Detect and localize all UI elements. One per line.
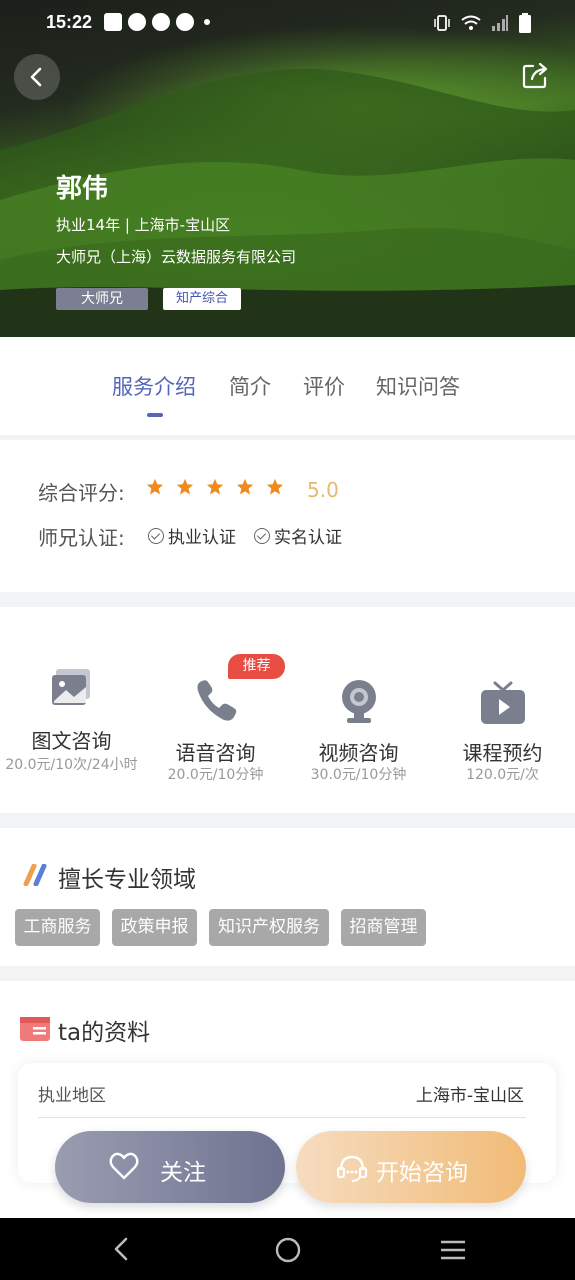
expertise-chip[interactable]: 招商管理 (341, 909, 426, 946)
recommend-badge: 推荐 (228, 654, 285, 679)
profile-tag-secondary: 知产综合 (163, 288, 241, 310)
service-image-text[interactable]: 图文咨询 20.0元/10次/24小时 (0, 607, 143, 813)
row-divider (38, 1117, 526, 1118)
cert-practice-label: 执业认证 (168, 528, 236, 548)
webcam-icon (341, 680, 376, 723)
app-notification-icon (152, 13, 170, 31)
more-notifications-icon (204, 19, 210, 25)
profile-tag-primary: 大师兄 (56, 288, 148, 310)
cert-realname: 实名认证 (254, 523, 342, 548)
profile-info-title: ta的资料 (58, 1020, 151, 1046)
check-circle-icon (254, 527, 270, 544)
star-icon (266, 478, 284, 495)
profile-name: 郭伟 (56, 174, 109, 204)
star-icon (206, 478, 224, 495)
service-name: 视频咨询 (318, 741, 399, 765)
nav-home-icon[interactable] (274, 1236, 302, 1264)
share-icon[interactable] (521, 62, 549, 90)
service-course[interactable]: 课程预约 120.0元/次 (431, 607, 574, 813)
heart-icon (109, 1152, 139, 1180)
chevron-left-icon (30, 67, 42, 87)
profile-hero: 15:22 郭伟 执业14年 | 上海市-宝山区 大师兄（上海）云数据服务有限公… (0, 0, 575, 337)
tv-play-icon (480, 681, 525, 724)
tab-intro[interactable]: 简介 (229, 371, 271, 401)
expertise-chip[interactable]: 工商服务 (15, 909, 100, 946)
service-voice[interactable]: 语音咨询 20.0元/10分钟 (144, 607, 287, 813)
service-name: 语音咨询 (175, 741, 256, 765)
service-name: 课程预约 (462, 741, 543, 765)
follow-button[interactable]: 关注 (55, 1131, 285, 1203)
star-icon (176, 478, 194, 495)
rating-section: 综合评分: 5.0 师兄认证: 执业认证 实名认证 (0, 440, 575, 592)
cert-label: 师兄认证: (38, 526, 125, 550)
phone-icon (197, 680, 236, 721)
tab-reviews[interactable]: 评价 (303, 371, 345, 401)
service-price: 20.0元/10次/24小时 (5, 757, 138, 773)
profile-experience: 执业14年 | 上海市-宝山区 (56, 216, 231, 234)
system-nav-bar (0, 1218, 575, 1280)
rating-label: 综合评分: (38, 481, 125, 505)
profile-company: 大师兄（上海）云数据服务有限公司 (56, 248, 297, 266)
star-icon (236, 478, 254, 495)
back-button[interactable] (14, 54, 60, 100)
wifi-icon (461, 15, 481, 30)
check-circle-icon (148, 527, 164, 544)
cert-realname-label: 实名认证 (274, 528, 342, 548)
start-consult-label: 开始咨询 (376, 1160, 468, 1186)
service-price: 30.0元/10分钟 (310, 767, 407, 783)
star-icon (146, 478, 164, 495)
image-chat-icon (51, 669, 90, 705)
service-price: 20.0元/10分钟 (167, 767, 264, 783)
status-time: 15:22 (46, 12, 93, 32)
tab-service-intro[interactable]: 服务介绍 (112, 371, 196, 401)
services-section: 图文咨询 20.0元/10次/24小时 语音咨询 20.0元/10分钟 视频咨询… (0, 607, 575, 813)
mail-notification-icon (104, 13, 122, 31)
app-notification-icon (176, 13, 194, 31)
active-tab-indicator (147, 413, 163, 417)
battery-icon (519, 13, 531, 33)
nav-menu-icon[interactable] (439, 1238, 467, 1262)
app-notification-icon (128, 13, 146, 31)
expertise-chip[interactable]: 政策申报 (112, 909, 197, 946)
service-name: 图文咨询 (31, 729, 112, 753)
info-row-value: 上海市-宝山区 (415, 1086, 524, 1106)
rating-score: 5.0 (307, 478, 339, 502)
start-consult-button[interactable]: 开始咨询 (296, 1131, 526, 1203)
expertise-chip[interactable]: 知识产权服务 (209, 909, 329, 946)
vibrate-icon (434, 15, 450, 31)
expertise-title: 擅长专业领域 (58, 867, 196, 893)
headset-chat-icon (336, 1155, 368, 1182)
profile-card-icon (20, 1017, 50, 1041)
cert-practice: 执业认证 (148, 523, 236, 548)
follow-label: 关注 (160, 1160, 206, 1186)
tab-bar: 服务介绍 简介 评价 知识问答 (0, 337, 575, 435)
signal-icon (492, 15, 508, 31)
info-row-label: 执业地区 (38, 1086, 106, 1106)
tab-qa[interactable]: 知识问答 (376, 371, 460, 401)
section-marker-icon (23, 864, 47, 886)
service-video[interactable]: 视频咨询 30.0元/10分钟 (287, 607, 430, 813)
star-rating (146, 478, 284, 496)
service-price: 120.0元/次 (466, 767, 539, 783)
nav-back-icon[interactable] (110, 1236, 134, 1262)
expertise-section: 擅长专业领域 工商服务 政策申报 知识产权服务 招商管理 (0, 828, 575, 966)
status-bar: 15:22 (0, 0, 575, 46)
